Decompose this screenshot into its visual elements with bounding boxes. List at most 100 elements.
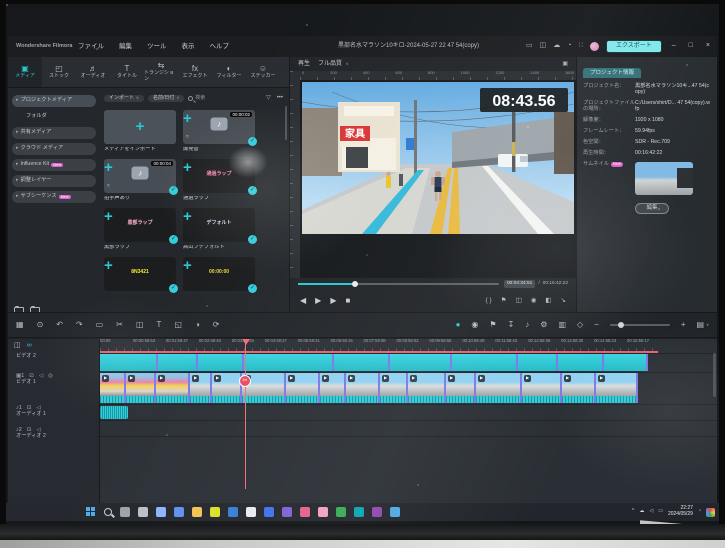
video1-clip[interactable]: ▶ [286, 373, 320, 403]
timeline-tool-icon[interactable]: ↶ [56, 320, 63, 329]
taskbar-app-icon[interactable] [120, 507, 130, 517]
check-icon[interactable]: ✓ [248, 186, 257, 195]
asset-tab[interactable]: fx エフェクト [178, 57, 212, 87]
check-icon[interactable]: ✓ [169, 186, 178, 195]
video1-clip[interactable]: ▶ [446, 373, 476, 403]
video2-clip[interactable] [198, 354, 244, 371]
marker-icon[interactable]: ⚑ [489, 320, 496, 329]
timeline-tool-icon[interactable]: ▦ [16, 320, 24, 329]
playhead[interactable] [245, 339, 246, 489]
media-tile[interactable]: + ♪ ≈ 00:00:02 ✓ 爆発音 [183, 110, 255, 153]
project-info-tab[interactable]: プロジェクト情報 [583, 68, 641, 78]
video1-clip[interactable]: ▶ [320, 373, 346, 403]
timeline-tool-icon[interactable]: ✂ [116, 320, 123, 329]
sidebar-item[interactable]: フォルダ [12, 111, 96, 123]
play-button[interactable]: ▶ [315, 296, 321, 305]
sidebar-item[interactable]: ▸ 共有メディア [12, 127, 96, 139]
playhead-pin[interactable] [242, 339, 250, 345]
menu-item[interactable]: ツール [147, 43, 167, 50]
export-button[interactable]: エクスポート [606, 40, 662, 53]
timeline-zoom-slider[interactable] [610, 324, 670, 326]
sidebar-item[interactable]: ▸ プロジェクトメディア [12, 95, 96, 107]
check-icon[interactable]: ✓ [248, 235, 257, 244]
display-mode-icon[interactable]: ▭ [526, 42, 533, 50]
mute-button[interactable]: ◧ [545, 297, 551, 304]
cloud-upload-icon[interactable]: ☁ [553, 42, 560, 50]
taskbar-app-icon[interactable] [372, 507, 382, 517]
timeline-scrollbar[interactable] [713, 353, 716, 397]
start-button[interactable] [86, 507, 96, 517]
menu-item[interactable]: ヘルプ [210, 43, 230, 50]
video1-clip[interactable]: ▶ [212, 373, 242, 403]
video2-clip[interactable] [334, 354, 390, 371]
taskbar-app-icon[interactable] [156, 507, 166, 517]
video-frame[interactable]: 家具 [302, 82, 574, 234]
media-tile[interactable]: + ♪ ≈ ✓ メディアをインポート [104, 110, 176, 153]
check-icon[interactable]: ✓ [248, 137, 257, 146]
asset-tab[interactable]: ☺ ステッカー [246, 57, 280, 87]
taskbar-app-icon[interactable] [336, 507, 346, 517]
manage-tracks-icon[interactable]: ◫ [14, 342, 21, 353]
audio-mixer-icon[interactable]: ♪ [525, 320, 529, 329]
sidebar-item[interactable]: ▸ クラウド メディア [12, 143, 96, 155]
video2-clip[interactable] [390, 354, 452, 371]
timeline-tool-icon[interactable]: ⟳ [213, 320, 220, 329]
asset-tab[interactable]: ♬ オーディオ [76, 57, 110, 87]
filter-icon[interactable]: ▽ [266, 95, 271, 102]
asset-tab[interactable]: ◐ フィルター [212, 57, 246, 87]
avatar[interactable] [590, 42, 599, 51]
notification-bell-icon[interactable]: ◔ [698, 509, 701, 515]
battery-icon[interactable]: ▭ [658, 509, 663, 515]
video1-clip[interactable]: ▶ [156, 373, 190, 403]
project-thumbnail[interactable] [635, 162, 693, 195]
taskbar-app-icon[interactable] [300, 507, 310, 517]
taskbar-app-icon[interactable] [228, 507, 238, 517]
render-preview-icon[interactable]: ▥ [558, 320, 566, 329]
check-icon[interactable]: ✓ [248, 284, 257, 293]
media-tile[interactable]: + ♪ ≈ 通過ラップ ✓ 通過ラップ [183, 159, 255, 202]
check-icon[interactable]: ✓ [169, 284, 178, 293]
taskbar-app-icon[interactable] [354, 507, 364, 517]
taskbar-clock[interactable]: 22:27 2024/05/29 [668, 506, 693, 518]
mark-in-out-button[interactable]: { } [486, 297, 492, 304]
timeline-tool-icon[interactable]: ↷ [76, 320, 83, 329]
video1-clip[interactable]: ▶ [190, 373, 212, 403]
timeline-tool-icon[interactable]: ◫ [136, 320, 144, 329]
next-frame-button[interactable]: ▶ [330, 296, 336, 305]
record-button[interactable]: ● [456, 320, 461, 329]
dual-display-button[interactable]: ◫ [516, 297, 522, 304]
video1-clip[interactable]: ▶ [380, 373, 408, 403]
taskbar-app-icon[interactable] [138, 507, 148, 517]
media-tile[interactable]: + ♪ ≈ 00:00:04 ✓ 拍手声あり [104, 159, 176, 202]
menu-item[interactable]: 表示 [182, 43, 195, 50]
preview-image-icon[interactable]: ▣ [562, 61, 568, 68]
timeline-tool-icon[interactable]: ▭ [96, 320, 104, 329]
preview-render-icon[interactable]: ◉ [471, 320, 478, 329]
media-scrollbar[interactable] [285, 106, 287, 140]
play-menu[interactable]: 再生 [298, 61, 310, 68]
tray-chevron-icon[interactable]: ^ [632, 509, 634, 515]
timeline-tool-icon[interactable]: ◱ [174, 320, 182, 329]
video1-clip[interactable]: ▶ [596, 373, 638, 403]
zoom-out-icon[interactable]: − [594, 320, 599, 329]
timeline-tool-icon[interactable]: T [157, 320, 162, 329]
keyframe-icon[interactable]: ◇ [577, 320, 583, 329]
seek-handle[interactable] [352, 281, 358, 287]
taskbar-search-icon[interactable] [104, 508, 112, 516]
fullscreen-button[interactable]: ↘ [561, 297, 566, 304]
import-dropdown[interactable]: インポート∨ [104, 95, 144, 103]
asset-tab[interactable]: ◰ ストック [42, 57, 76, 87]
previous-frame-button[interactable]: ◀ [300, 296, 306, 305]
network-icon[interactable]: ☁ [639, 509, 644, 515]
snapshot-button[interactable]: ◉ [531, 297, 537, 304]
video2-clip[interactable] [100, 354, 158, 371]
plugin-icon[interactable]: ◫ [540, 42, 547, 50]
taskbar-app-icon[interactable] [282, 507, 292, 517]
link-icon[interactable]: ∞ [27, 342, 32, 353]
volume-icon[interactable]: ◁ [649, 509, 653, 515]
video1-clip[interactable]: ▶ [346, 373, 380, 403]
video1-clip[interactable]: ▶ [126, 373, 156, 403]
video2-clip[interactable] [158, 354, 198, 371]
timeline-content[interactable]: 00:0000:00:59:5300:01:59:4700:02:59:4000… [100, 339, 717, 503]
video1-clip[interactable]: ▶ [562, 373, 596, 403]
